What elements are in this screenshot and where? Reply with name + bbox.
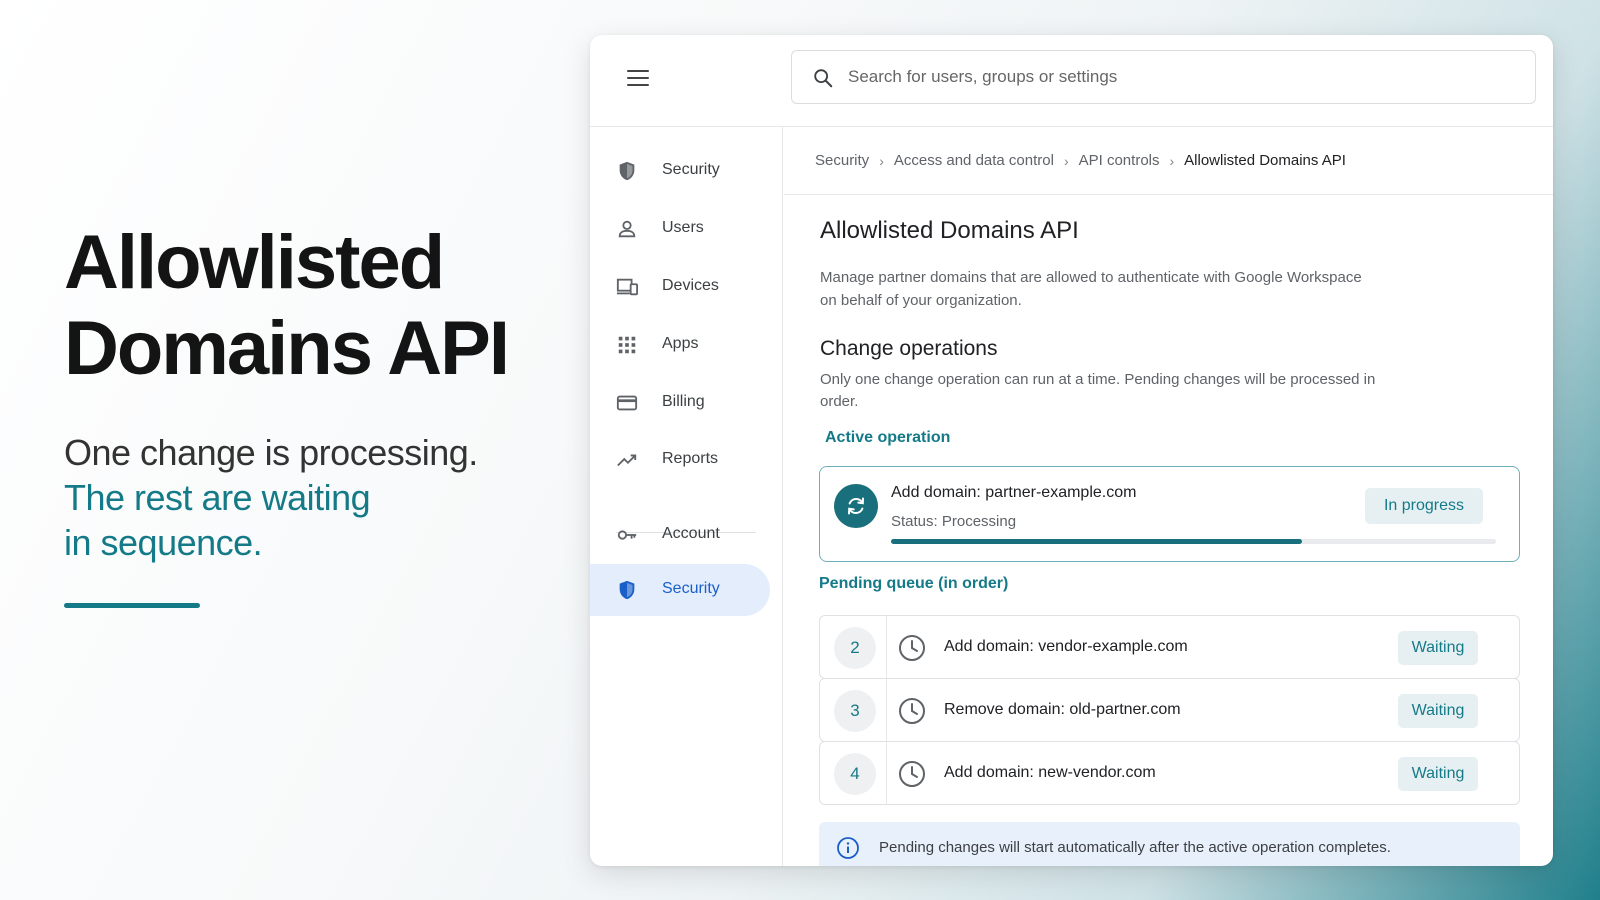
hero-title: Allowlisted Domains API [64,220,564,392]
shield-icon [619,161,635,181]
sidebar-item-users[interactable]: Users [590,203,770,255]
progress-bar [891,539,1496,544]
hero-title-line-2: Domains API [64,306,510,391]
row-divider [886,679,887,741]
pending-queue-list: 2 Add domain: vendor-example.com Waiting… [819,615,1520,805]
status-badge-in-progress: In progress [1365,488,1483,524]
apps-grid-icon [618,336,636,354]
list-item[interactable]: 4 Add domain: new-vendor.com Waiting [819,741,1520,805]
row-divider [886,742,887,804]
queue-position-badge: 2 [834,627,876,669]
active-operation-card: Add domain: partner-example.com Status: … [819,466,1520,562]
devices-icon [616,278,638,296]
list-item[interactable]: 2 Add domain: vendor-example.com Waiting [819,615,1520,679]
key-icon [617,530,637,540]
page-title: Allowlisted Domains API [820,217,1079,244]
hero-subtitle-line-3: in sequence. [64,522,263,563]
queue-item-text: Add domain: vendor-example.com [944,638,1188,655]
sidebar-item-label: Billing [662,393,705,410]
active-operation-title: Add domain: partner-example.com [891,484,1137,501]
progress-bar-fill [891,539,1303,544]
hero-subtitle-line-1: One change is processing. [64,432,478,473]
page-description: Manage partner domains that are allowed … [820,269,1362,309]
chevron-right-icon: › [879,152,884,169]
status-badge-waiting: Waiting [1398,757,1478,791]
hero-panel: Allowlisted Domains API One change is pr… [64,220,564,608]
breadcrumb-security[interactable]: Security [815,152,869,169]
active-operation-status: Status: Processing [891,513,1017,530]
top-bar [590,35,1553,127]
active-operation-label: Active operation [825,429,951,446]
breadcrumb-api-controls[interactable]: API controls [1079,152,1160,169]
queue-item-text: Remove domain: old-partner.com [944,701,1181,718]
breadcrumb-current-page: Allowlisted Domains API [1184,152,1346,169]
clock-icon [899,698,925,724]
hero-title-line-1: Allowlisted [64,220,445,305]
sidebar-item-security-active[interactable]: Security [590,564,770,616]
breadcrumb: Security › Access and data control › API… [784,127,1553,195]
sidebar-item-account[interactable]: Account [590,509,770,561]
list-item[interactable]: 3 Remove domain: old-partner.com Waiting [819,678,1520,742]
sidebar-item-security[interactable]: Security [590,145,770,197]
sidebar-item-label: Reports [662,450,719,467]
status-badge-waiting: Waiting [1398,694,1478,728]
hero-subtitle-line-2: The rest are waiting [64,477,371,518]
queue-position-badge: 4 [834,753,876,795]
sidebar-item-label: Devices [662,277,719,294]
pending-queue-label: Pending queue (in order) [819,575,1009,592]
clock-icon [899,761,925,787]
chevron-right-icon: › [1169,152,1175,169]
info-banner: Pending changes will start automatically… [819,822,1520,866]
shield-icon [619,580,635,600]
search-bar[interactable] [791,50,1536,104]
hero-accent-bar [64,603,200,608]
sidebar-item-reports[interactable]: Reports [590,434,770,486]
sidebar-item-label: Apps [662,335,699,352]
search-icon [814,69,833,88]
search-input[interactable] [848,61,1508,93]
sidebar-item-apps[interactable]: Apps [590,319,770,371]
section-title: Change operations [820,337,998,360]
sidebar-item-label: Users [662,219,704,236]
clock-icon [899,635,925,661]
sidebar-item-billing[interactable]: Billing [590,377,770,429]
breadcrumb-access-and-data-control[interactable]: Access and data control [894,152,1054,169]
credit-card-icon [616,395,638,411]
sidebar-item-devices[interactable]: Devices [590,261,770,313]
sidebar-item-label: Security [662,161,720,178]
sidebar: Security Users Devices Apps Billing Repo… [590,127,783,866]
trending-icon [617,454,637,467]
info-icon [837,837,859,859]
admin-console-window: Security Users Devices [590,35,1553,866]
status-badge-waiting: Waiting [1398,631,1478,665]
chevron-right-icon: › [1063,152,1069,169]
sidebar-item-label: Account [662,525,720,542]
person-icon [618,220,636,238]
info-banner-text: Pending changes will start automatically… [879,839,1391,856]
main-content: Security › Access and data control › API… [784,127,1553,866]
queue-item-text: Add domain: new-vendor.com [944,764,1156,781]
row-divider [886,616,887,678]
sync-icon [834,484,878,528]
sidebar-item-label: Security [662,580,720,597]
hamburger-menu-icon[interactable] [624,65,652,93]
section-description: Only one change operation can run at a t… [820,371,1376,410]
queue-position-badge: 3 [834,690,876,732]
